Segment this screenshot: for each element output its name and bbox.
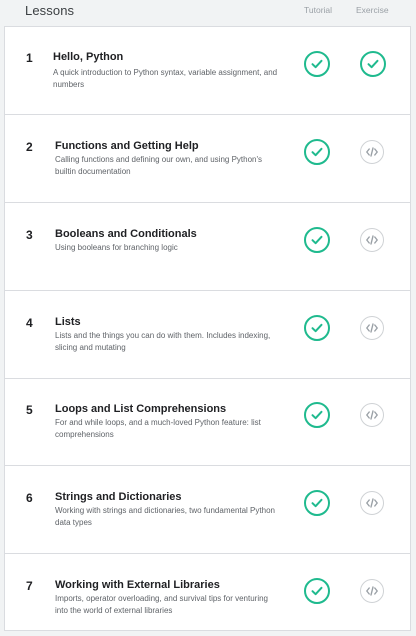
exercise-column-header: Exercise — [356, 5, 389, 15]
tutorial-complete-check-icon[interactable] — [304, 315, 330, 341]
lesson-number: 7 — [26, 579, 33, 593]
lesson-title[interactable]: Booleans and Conditionals — [55, 228, 197, 240]
lesson-title[interactable]: Lists — [55, 316, 81, 328]
lesson-row[interactable]: 5 Loops and List Comprehensions For and wh… — [5, 378, 410, 466]
tutorial-complete-check-icon[interactable] — [304, 402, 330, 428]
lesson-number: 4 — [26, 316, 33, 330]
tutorial-column-header: Tutorial — [304, 5, 333, 15]
lesson-description: Lists and the things you can do with the… — [55, 331, 271, 352]
tutorial-complete-check-icon[interactable] — [304, 139, 330, 165]
lesson-number: 3 — [26, 228, 33, 242]
lesson-title[interactable]: Loops and List Comprehensions — [55, 403, 226, 415]
lesson-description: Using booleans for branching logic — [55, 243, 178, 252]
lesson-row[interactable]: 6 Strings and Dictionaries Working with st… — [5, 466, 410, 554]
lesson-number: 2 — [26, 140, 33, 154]
lessons-title: Lessons — [25, 3, 75, 18]
tutorial-complete-check-icon[interactable] — [304, 227, 330, 253]
lesson-description: Imports, operator overloading, and survi… — [55, 594, 268, 615]
lesson-title[interactable]: Working with External Libraries — [55, 579, 220, 591]
lesson-row[interactable]: 3 Booleans and Conditionals Using booleans… — [5, 203, 410, 291]
lesson-number: 6 — [26, 491, 33, 505]
exercise-code-icon[interactable] — [360, 228, 384, 252]
lesson-description: For and while loops, and a much-loved Py… — [55, 418, 261, 439]
lesson-list: 1 Hello, Python A quick introduction to Py… — [4, 26, 411, 631]
lesson-description: Calling functions and defining our own, … — [55, 155, 262, 176]
lesson-row[interactable]: 7 Working with External Libraries Imports,… — [5, 554, 410, 632]
lesson-number: 5 — [26, 403, 33, 417]
lesson-title[interactable]: Hello, Python — [53, 51, 123, 63]
exercise-code-icon[interactable] — [360, 140, 384, 164]
tutorial-complete-check-icon[interactable] — [304, 51, 330, 77]
lesson-row[interactable]: 1 Hello, Python A quick introduction to Py… — [5, 27, 410, 115]
lesson-row[interactable]: 2 Functions and Getting Help Calling funct… — [5, 115, 410, 203]
lesson-description: Working with strings and dictionaries, t… — [55, 506, 275, 527]
exercise-complete-check-icon[interactable] — [360, 51, 386, 77]
exercise-code-icon[interactable] — [360, 579, 384, 603]
lesson-title[interactable]: Strings and Dictionaries — [55, 491, 182, 503]
lessons-header: Lessons Tutorial Exercise — [0, 0, 416, 22]
lesson-row[interactable]: 4 Lists Lists and the things you can do wi… — [5, 291, 410, 379]
tutorial-complete-check-icon[interactable] — [304, 578, 330, 604]
lesson-title[interactable]: Functions and Getting Help — [55, 140, 199, 152]
lesson-number: 1 — [26, 51, 33, 65]
exercise-code-icon[interactable] — [360, 316, 384, 340]
tutorial-complete-check-icon[interactable] — [304, 490, 330, 516]
exercise-code-icon[interactable] — [360, 491, 384, 515]
exercise-code-icon[interactable] — [360, 403, 384, 427]
lesson-description: A quick introduction to Python syntax, v… — [53, 68, 278, 89]
